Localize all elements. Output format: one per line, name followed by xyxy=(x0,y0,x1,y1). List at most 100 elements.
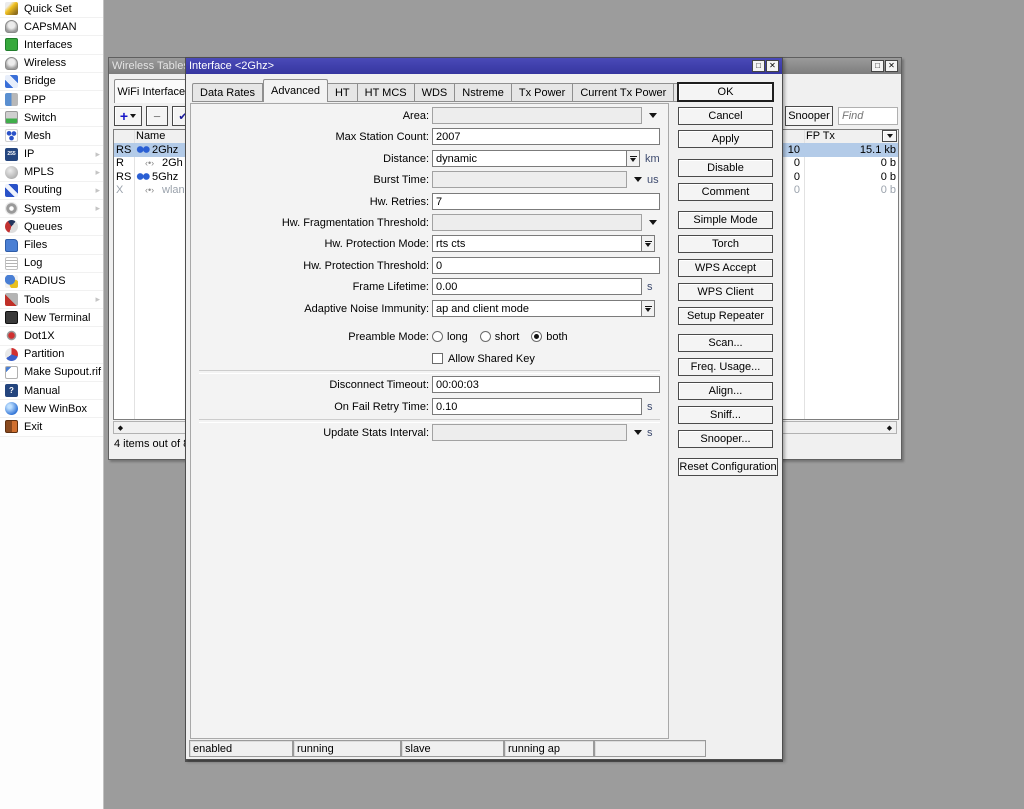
sidebar-item-new-terminal[interactable]: New Terminal xyxy=(0,309,103,327)
close-icon[interactable]: ✕ xyxy=(766,60,779,72)
sidebar-item-interfaces[interactable]: Interfaces xyxy=(0,36,103,54)
scan-button[interactable]: Scan... xyxy=(678,334,773,352)
radius-icon xyxy=(5,275,18,288)
sidebar-item-label: RADIUS xyxy=(24,275,103,287)
sidebar-item-capsman[interactable]: CAPsMAN xyxy=(0,18,103,36)
dropdown-icon[interactable] xyxy=(649,220,657,225)
sidebar-item-system[interactable]: System▸ xyxy=(0,200,103,218)
preamble-both-radio[interactable] xyxy=(531,331,542,342)
simple-mode-button[interactable]: Simple Mode xyxy=(678,211,773,229)
add-button[interactable]: + xyxy=(114,106,142,126)
tab-nstreme[interactable]: Nstreme xyxy=(455,83,512,102)
tab-wifi-interfaces[interactable]: WiFi Interfaces xyxy=(114,79,194,103)
button-label: Torch xyxy=(712,238,739,250)
reset-configuration-button[interactable]: Reset Configuration xyxy=(678,458,778,476)
button-label: Align... xyxy=(709,385,743,397)
apply-button[interactable]: Apply xyxy=(678,130,773,148)
checkbox-label: Allow Shared Key xyxy=(448,353,535,365)
sidebar-item-routing[interactable]: Routing▸ xyxy=(0,182,103,200)
hw-retries-input[interactable] xyxy=(432,193,660,210)
scroll-left-icon[interactable]: ◆ xyxy=(114,422,127,433)
snooper-toolbar-button[interactable]: Snooper xyxy=(785,106,833,126)
sidebar-item-mpls[interactable]: MPLS▸ xyxy=(0,164,103,182)
disconnect-timeout-input[interactable] xyxy=(432,376,660,393)
update-stats-interval-input[interactable] xyxy=(432,424,627,441)
max-station-count-input[interactable] xyxy=(432,128,660,145)
sidebar-item-ppp[interactable]: PPP xyxy=(0,91,103,109)
preamble-long-radio[interactable] xyxy=(432,331,443,342)
status-text: running ap xyxy=(508,743,560,755)
sniff-button[interactable]: Sniff... xyxy=(678,406,773,424)
sidebar-item-files[interactable]: Files xyxy=(0,236,103,254)
hw-protection-threshold-input[interactable] xyxy=(432,257,660,274)
column-select-button[interactable] xyxy=(882,130,897,142)
cancel-button[interactable]: Cancel xyxy=(678,107,773,125)
wps-accept-button[interactable]: WPS Accept xyxy=(678,259,773,277)
sidebar-item-radius[interactable]: RADIUS xyxy=(0,273,103,291)
sidebar-item-dot1x[interactable]: Dot1X xyxy=(0,327,103,345)
remove-button[interactable]: − xyxy=(146,106,168,126)
sidebar-item-bridge[interactable]: Bridge xyxy=(0,73,103,91)
sidebar-item-manual[interactable]: ?Manual xyxy=(0,382,103,400)
setup-repeater-button[interactable]: Setup Repeater xyxy=(678,307,773,325)
hw-protection-mode-input[interactable] xyxy=(432,235,642,252)
ok-button[interactable]: OK xyxy=(678,83,773,101)
sidebar-item-make-supout[interactable]: Make Supout.rif xyxy=(0,364,103,382)
burst-time-input[interactable] xyxy=(432,171,627,188)
allow-shared-key-checkbox[interactable] xyxy=(432,353,443,364)
dialog-titlebar[interactable]: Interface <2Ghz> □ ✕ xyxy=(186,58,782,74)
toggle-option-icon[interactable] xyxy=(627,150,640,167)
ip-icon: 255 xyxy=(5,148,18,161)
sidebar-item-new-winbox[interactable]: New WinBox xyxy=(0,400,103,418)
sidebar-item-switch[interactable]: Switch xyxy=(0,109,103,127)
dropdown-icon[interactable] xyxy=(649,113,657,118)
toggle-option-icon[interactable] xyxy=(642,300,655,317)
fp-tx-column-header[interactable]: FP Tx xyxy=(806,130,835,142)
hw-fragmentation-threshold-input[interactable] xyxy=(432,214,642,231)
freq-usage-button[interactable]: Freq. Usage... xyxy=(678,358,773,376)
align-button[interactable]: Align... xyxy=(678,382,773,400)
snooper-button[interactable]: Snooper... xyxy=(678,430,773,448)
tab-ht[interactable]: HT xyxy=(328,83,358,102)
sidebar-item-mesh[interactable]: Mesh xyxy=(0,127,103,145)
frame-lifetime-input[interactable] xyxy=(432,278,642,295)
sidebar-item-ip[interactable]: 255IP▸ xyxy=(0,146,103,164)
sidebar-item-exit[interactable]: Exit xyxy=(0,418,103,436)
sidebar-item-log[interactable]: Log xyxy=(0,255,103,273)
on-fail-retry-time-input[interactable] xyxy=(432,398,642,415)
tab-tx-power[interactable]: Tx Power xyxy=(512,83,573,102)
sidebar-item-partition[interactable]: Partition xyxy=(0,346,103,364)
sidebar-item-label: IP xyxy=(24,148,89,160)
sidebar-item-label: Manual xyxy=(24,385,103,397)
distance-input[interactable] xyxy=(432,150,627,167)
maximize-icon[interactable]: □ xyxy=(871,60,884,72)
tab-ht-mcs[interactable]: HT MCS xyxy=(358,83,415,102)
adaptive-noise-immunity-input[interactable] xyxy=(432,300,642,317)
name-column-header[interactable]: Name xyxy=(136,130,165,142)
disable-button[interactable]: Disable xyxy=(678,159,773,177)
scroll-right-icon[interactable]: ◆ xyxy=(883,422,896,433)
button-label: Cancel xyxy=(708,110,742,122)
tab-advanced[interactable]: Advanced xyxy=(263,79,328,102)
torch-button[interactable]: Torch xyxy=(678,235,773,253)
sidebar-item-queues[interactable]: Queues xyxy=(0,218,103,236)
dropdown-icon[interactable] xyxy=(634,430,642,435)
sidebar-item-wireless[interactable]: Wireless xyxy=(0,55,103,73)
preamble-short-radio[interactable] xyxy=(480,331,491,342)
sidebar-item-quick-set[interactable]: Quick Set xyxy=(0,0,103,18)
toggle-option-icon[interactable] xyxy=(642,235,655,252)
find-input[interactable] xyxy=(838,107,898,125)
tab-data-rates[interactable]: Data Rates xyxy=(192,83,263,102)
comment-button[interactable]: Comment xyxy=(678,183,773,201)
dropdown-icon[interactable] xyxy=(634,177,642,182)
wps-client-button[interactable]: WPS Client xyxy=(678,283,773,301)
status-running: running xyxy=(293,740,401,757)
sidebar-item-tools[interactable]: Tools▸ xyxy=(0,291,103,309)
area-input[interactable] xyxy=(432,107,642,124)
tab-label: Tx Power xyxy=(519,87,565,99)
tab-wds[interactable]: WDS xyxy=(415,83,456,102)
close-icon[interactable]: ✕ xyxy=(885,60,898,72)
form-row-on-fail-retry-time: On Fail Retry Time: s xyxy=(191,398,668,415)
tab-current-tx-power[interactable]: Current Tx Power xyxy=(573,83,674,102)
maximize-icon[interactable]: □ xyxy=(752,60,765,72)
